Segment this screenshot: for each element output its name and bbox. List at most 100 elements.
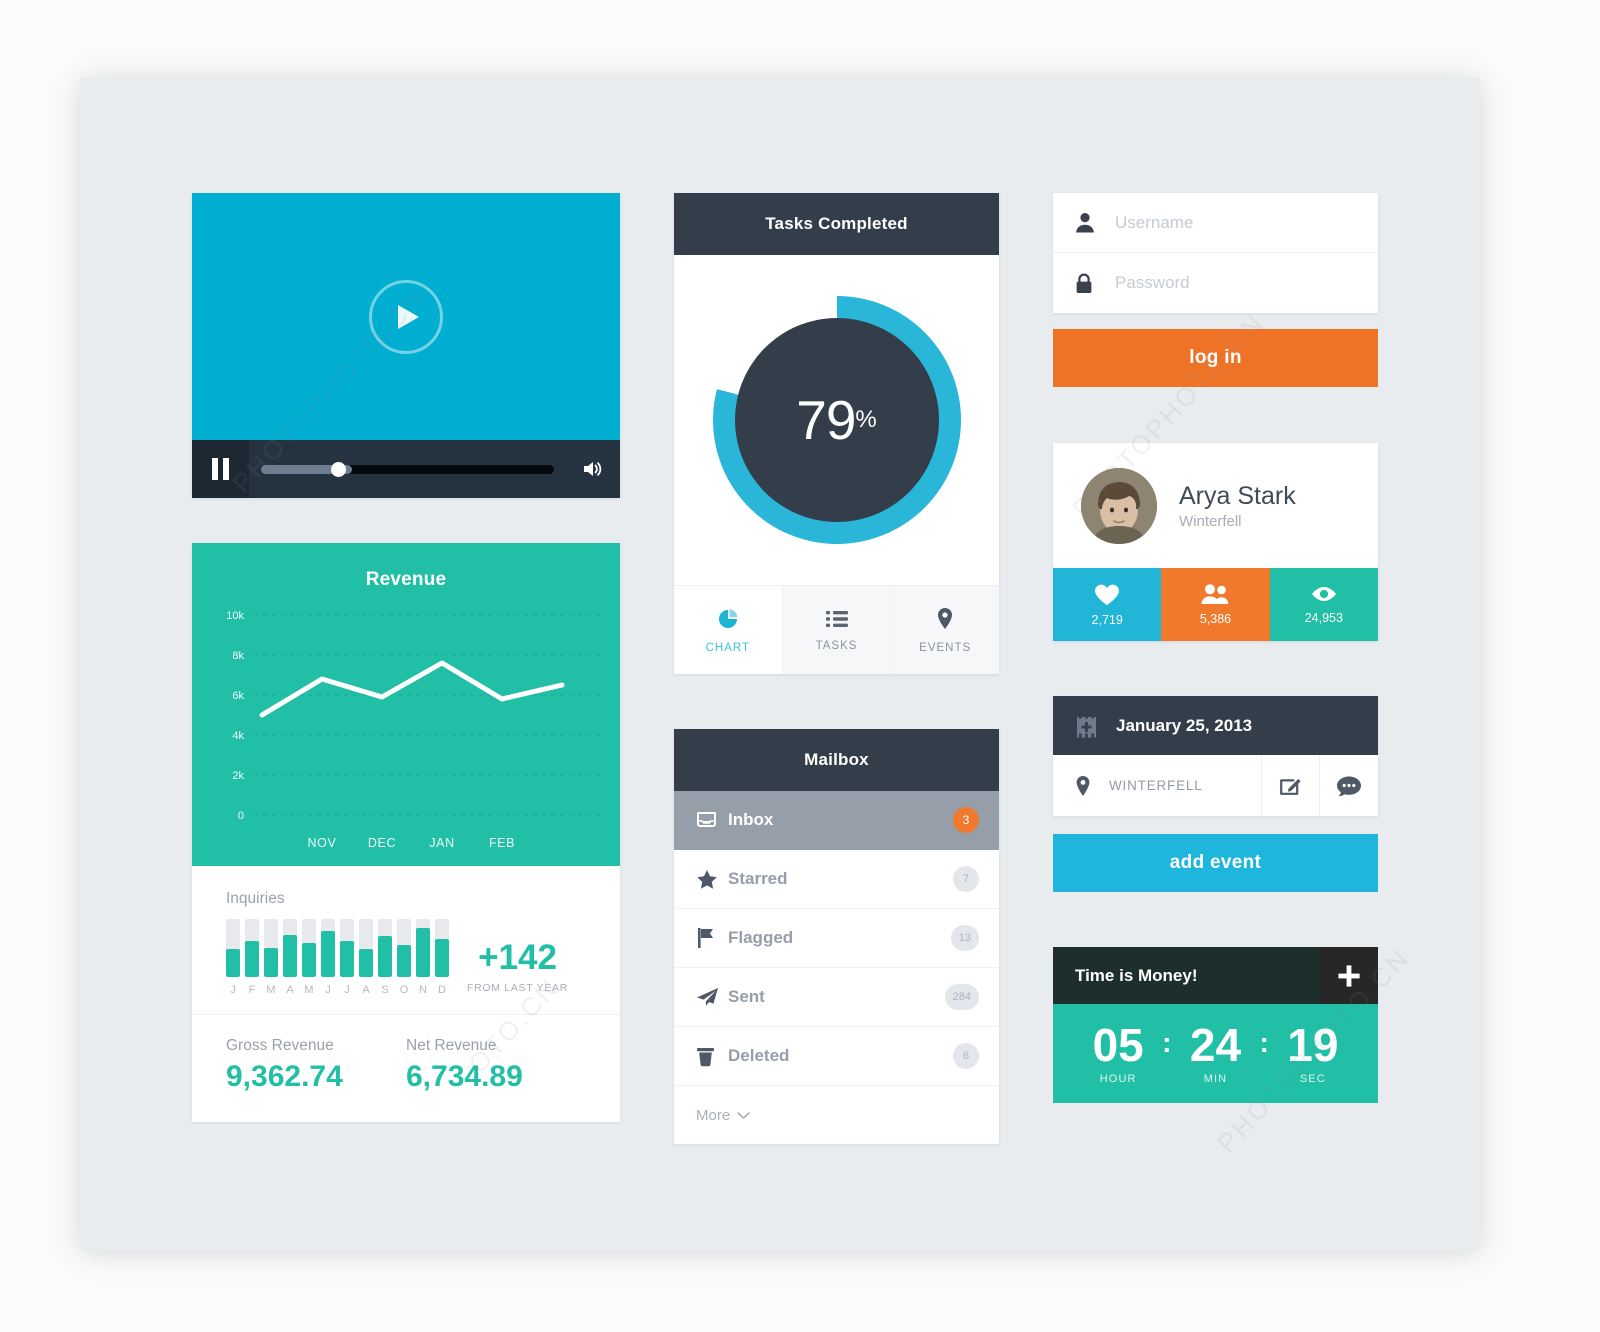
event-comment-button[interactable]: [1320, 755, 1378, 816]
video-progress-bar[interactable]: [261, 461, 554, 477]
inquiries-bar-fill: [245, 941, 259, 977]
inquiries-bar-fill: [340, 941, 354, 977]
map-pin-icon: [1076, 775, 1090, 796]
star-icon: [696, 869, 728, 890]
stat-likes-value: 2,719: [1091, 612, 1123, 627]
inquiries-bar: [378, 919, 392, 977]
inquiries-month-label: A: [286, 984, 294, 996]
mailbox-more-label: More: [696, 1106, 731, 1124]
inquiries-month-label: D: [438, 984, 446, 996]
trash-icon: [696, 1046, 728, 1067]
inquiries-bar-fill: [359, 949, 373, 977]
inquiries-month-label: N: [419, 984, 427, 996]
inquiries-bar-fill: [378, 936, 392, 977]
video-stage[interactable]: [192, 193, 620, 440]
stat-likes[interactable]: 2,719: [1053, 568, 1162, 641]
inquiries-bar: [359, 919, 373, 977]
plus-icon: [1338, 964, 1360, 987]
profile-card: Arya Stark Winterfell 2,719 5,386 24,953: [1053, 443, 1378, 641]
inquiries-section: Inquiries JFMAMJJASOND +142 FROM LAST YE…: [192, 866, 620, 1015]
column-left: Revenue 10k 8k 6k 4k 2k 0 NOV DEC JAN FE…: [192, 193, 620, 1144]
pie-chart-icon: [718, 608, 738, 628]
event-edit-button[interactable]: [1262, 755, 1320, 816]
mailbox-item-flagged[interactable]: Flagged 13: [674, 909, 999, 968]
video-player-card: [192, 193, 620, 498]
volume-button[interactable]: [568, 459, 620, 479]
inquiries-bar: [416, 919, 430, 977]
countdown-sec-label: SEC: [1299, 1073, 1326, 1085]
mailbox-more-button[interactable]: More: [674, 1086, 999, 1144]
stat-views[interactable]: 24,953: [1269, 568, 1378, 641]
net-revenue: Net Revenue 6,734.89: [406, 1037, 586, 1094]
mailbox-badge: 284: [944, 984, 979, 1010]
flag-icon: [696, 927, 728, 949]
inquiries-bar: [321, 919, 335, 977]
pause-button[interactable]: [192, 440, 249, 498]
play-button[interactable]: [369, 279, 443, 354]
mailbox-item-deleted[interactable]: Deleted 6: [674, 1027, 999, 1086]
mailbox-item-label: Inbox: [728, 810, 774, 829]
user-icon: [1075, 212, 1115, 233]
mailbox-item-starred[interactable]: Starred 7: [674, 850, 999, 909]
tab-events-label: EVENTS: [919, 641, 972, 654]
countdown-min-label: MIN: [1203, 1073, 1228, 1085]
inquiries-bar: [245, 919, 259, 977]
inquiries-bar-fill: [226, 949, 240, 977]
tasks-completed-card: Tasks Completed 79% CHART TASKS EVENTS: [674, 193, 1000, 674]
tasks-header: Tasks Completed: [674, 193, 999, 255]
net-revenue-label: Net Revenue: [406, 1037, 497, 1054]
stat-views-value: 24,953: [1304, 611, 1343, 625]
calendar-plus-icon: [1077, 713, 1096, 738]
inquiries-chart: Inquiries JFMAMJJASOND: [226, 890, 449, 996]
countdown-separator: :: [1259, 1026, 1269, 1058]
stat-friends[interactable]: 5,386: [1161, 568, 1270, 641]
login-form: log in: [1053, 193, 1378, 387]
revenue-lower: Inquiries JFMAMJJASOND +142 FROM LAST YE…: [192, 866, 620, 1122]
inquiries-delta: +142: [478, 938, 557, 977]
mailbox-item-sent[interactable]: Sent 284: [674, 968, 999, 1027]
mailbox-card: Mailbox Inbox 3 Starred 7 Flagged 13 Sen…: [674, 729, 999, 1144]
username-row: [1053, 193, 1378, 253]
countdown-add-button[interactable]: [1320, 947, 1378, 1004]
tab-chart[interactable]: CHART: [674, 586, 782, 674]
mailbox-badge: 13: [950, 925, 979, 951]
inquiries-month-label: S: [381, 984, 389, 996]
play-icon: [398, 304, 419, 329]
video-progress-handle[interactable]: [331, 461, 347, 477]
tab-events[interactable]: EVENTS: [890, 586, 1000, 674]
countdown-sec: 19 SEC: [1271, 1022, 1355, 1085]
inquiries-bar: [340, 919, 354, 977]
countdown-hour: 05 HOUR: [1076, 1022, 1160, 1085]
event-location-label: WINTERFELL: [1109, 778, 1203, 793]
inquiries-bar: [397, 919, 411, 977]
inquiries-label: Inquiries: [226, 890, 285, 907]
avatar: [1081, 467, 1157, 544]
list-icon: [825, 610, 848, 627]
paper-plane-icon: [696, 987, 728, 1007]
friends-icon: [1201, 584, 1229, 604]
mailbox-badge: 6: [953, 1043, 979, 1069]
column-middle: Tasks Completed 79% CHART TASKS EVENTS M…: [674, 193, 1000, 1144]
add-event-button[interactable]: add event: [1053, 834, 1378, 892]
mailbox-item-inbox[interactable]: Inbox 3: [674, 791, 999, 850]
password-input[interactable]: [1115, 273, 1378, 293]
event-location[interactable]: WINTERFELL: [1053, 755, 1262, 816]
x-label-nov: NOV: [307, 836, 337, 850]
tab-tasks[interactable]: TASKS: [781, 586, 891, 674]
login-button[interactable]: log in: [1053, 329, 1378, 387]
inquiries-month-labels: JFMAMJJASOND: [226, 984, 449, 996]
profile-subtitle: Winterfell: [1179, 512, 1242, 530]
event-body: WINTERFELL: [1053, 755, 1378, 816]
event-card: January 25, 2013 WINTERFELL add event: [1053, 696, 1378, 892]
mailbox-badge: 7: [953, 866, 979, 892]
inquiries-delta-sub: FROM LAST YEAR: [466, 982, 569, 994]
event-header: January 25, 2013: [1053, 696, 1378, 755]
columns-layout: Revenue 10k 8k 6k 4k 2k 0 NOV DEC JAN FE…: [192, 193, 1382, 1144]
inquiries-bar-fill: [283, 935, 297, 977]
inquiries-bar-fill: [302, 943, 316, 977]
map-pin-icon: [938, 607, 953, 629]
username-input[interactable]: [1115, 212, 1378, 233]
tab-chart-label: CHART: [705, 641, 751, 654]
comment-icon: [1337, 776, 1361, 796]
volume-icon: [584, 462, 602, 476]
